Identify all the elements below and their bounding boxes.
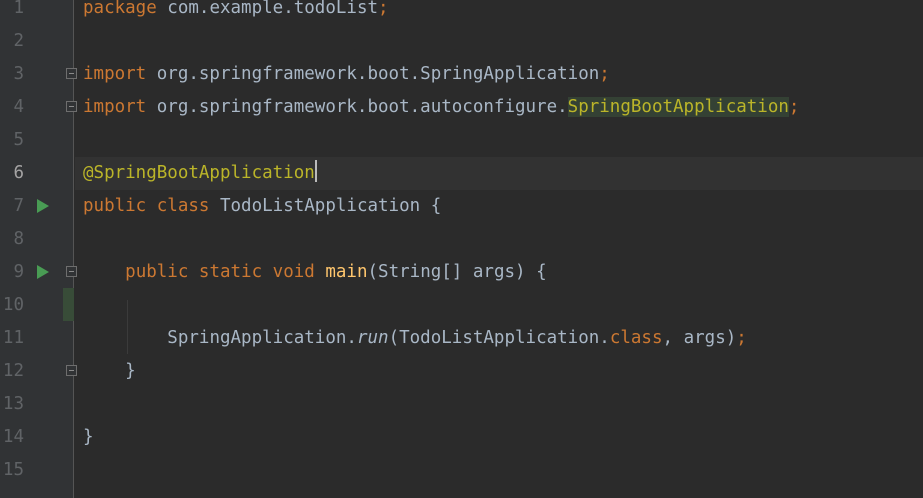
line-number-2: 2: [13, 31, 24, 51]
line-number-12: 12: [2, 361, 24, 381]
line-number-11: 11: [2, 328, 24, 348]
code-line-4[interactable]: import org.springframework.boot.autoconf…: [83, 91, 799, 124]
code-editor[interactable]: 1 2 3 4 5 6 7 8 9 10 11 12 13 14 15 pack…: [0, 0, 923, 498]
keyword: class: [609, 328, 663, 348]
class-ref: SpringApplication.: [167, 328, 357, 348]
line-number-8: 8: [13, 229, 24, 249]
line-number-4: 4: [13, 97, 24, 117]
import-path: org.springframework.boot.autoconfigure.: [146, 97, 568, 117]
line-number-13: 13: [2, 394, 24, 414]
code-line-7[interactable]: public class TodoListApplication {: [83, 190, 441, 223]
method-name: main: [325, 262, 368, 282]
line-number-3: 3: [13, 64, 24, 84]
annotation: @SpringBootApplication: [83, 163, 315, 183]
semicolon: ;: [378, 0, 389, 18]
code-line-1[interactable]: package com.example.todoList;: [83, 0, 389, 25]
keyword: public static void: [125, 262, 315, 282]
package-name: com.example.todoList: [156, 0, 379, 18]
semicolon: ;: [736, 328, 747, 348]
keyword: public class: [83, 196, 210, 216]
call-args-end: , args): [662, 328, 737, 348]
method-params: (String[] args) {: [367, 262, 547, 282]
line-number-7: 7: [13, 196, 24, 216]
keyword: import: [83, 64, 147, 84]
run-icon[interactable]: [37, 199, 49, 213]
static-method-call: run: [356, 328, 389, 348]
line-number-14: 14: [2, 427, 24, 447]
code-line-14[interactable]: }: [83, 421, 94, 454]
editor-gutter[interactable]: 1 2 3 4 5 6 7 8 9 10 11 12 13 14 15: [0, 0, 77, 498]
keyword: import: [83, 97, 147, 117]
semicolon: ;: [599, 64, 610, 84]
keyword: package: [83, 0, 157, 18]
code-line-3[interactable]: import org.springframework.boot.SpringAp…: [83, 58, 610, 91]
code-line-11[interactable]: SpringApplication.run(TodoListApplicatio…: [83, 322, 747, 355]
line-number-9: 9: [13, 262, 24, 282]
import-path: org.springframework.boot.SpringApplicati…: [146, 64, 600, 84]
highlighted-usage: SpringBootApplication: [567, 97, 789, 117]
call-args: (TodoListApplication.: [388, 328, 610, 348]
line-number-6: 6: [13, 163, 24, 183]
change-marker[interactable]: [63, 288, 74, 321]
line-number-15: 15: [2, 460, 24, 480]
class-declaration: TodoListApplication {: [209, 196, 442, 216]
line-number-10: 10: [2, 295, 24, 315]
code-line-12[interactable]: }: [83, 355, 136, 388]
run-icon[interactable]: [37, 265, 49, 279]
code-area[interactable]: package com.example.todoList; import org…: [75, 0, 923, 498]
code-line-6[interactable]: @SpringBootApplication: [83, 157, 317, 190]
code-line-9[interactable]: public static void main(String[] args) {: [83, 256, 547, 289]
semicolon: ;: [788, 97, 800, 117]
line-number-1: 1: [13, 0, 24, 18]
line-number-5: 5: [13, 130, 24, 150]
text-caret: [314, 160, 317, 182]
